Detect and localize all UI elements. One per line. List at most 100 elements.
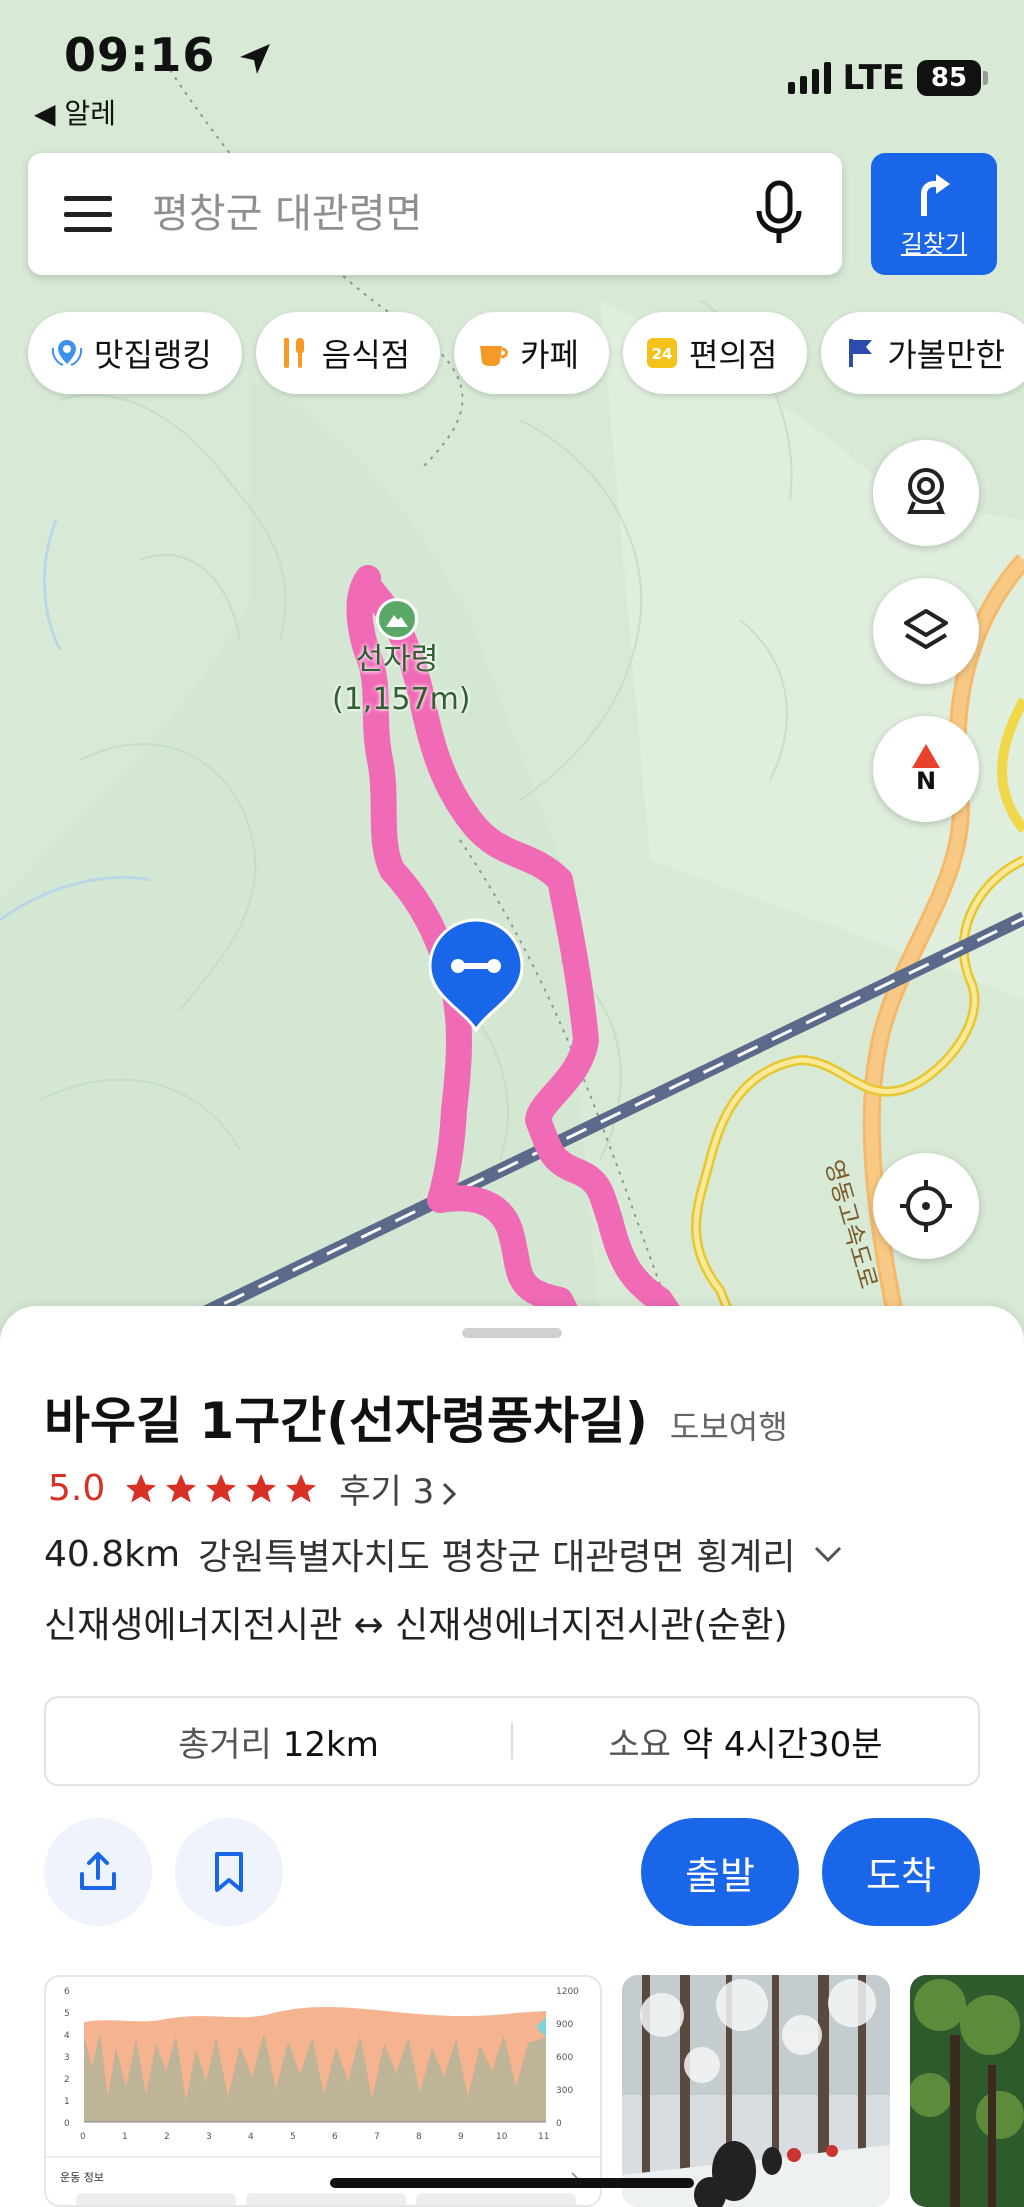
- status-time: 09:16: [64, 28, 272, 82]
- hamburger-menu-icon[interactable]: [64, 196, 112, 232]
- snowy-forest-photo: [622, 1975, 890, 2207]
- compass-icon: N: [911, 743, 941, 795]
- time-text: 09:16: [64, 28, 216, 82]
- route-summary-box: 총거리 12km 소요 약 4시간30분: [44, 1696, 980, 1786]
- back-to-app-link[interactable]: ◀ 알레: [34, 92, 116, 132]
- route-start-pin[interactable]: [428, 918, 524, 1034]
- star-icon: [166, 1473, 197, 1502]
- y2-tick: 0: [556, 2119, 562, 2129]
- y-tick: 2: [64, 2075, 70, 2085]
- directions-label: 길찾기: [900, 229, 968, 258]
- home-indicator[interactable]: [330, 2178, 694, 2188]
- x-tick: 5: [290, 2132, 296, 2142]
- arrive-button[interactable]: 도착: [822, 1818, 980, 1926]
- photo-thumbnail-2[interactable]: [910, 1975, 1024, 2207]
- map-layers-button[interactable]: [873, 578, 979, 684]
- y-tick: 1: [64, 2097, 70, 2107]
- peak-elevation: (1,157m): [332, 682, 471, 717]
- search-bar: [28, 153, 842, 275]
- chevron-right-icon: [443, 1482, 457, 1505]
- x-tick: 9: [458, 2132, 464, 2142]
- green-forest-photo: [910, 1975, 1024, 2207]
- star-icon: [246, 1473, 277, 1502]
- peak-marker[interactable]: [376, 598, 418, 640]
- total-distance-value: 12km: [282, 1724, 379, 1765]
- y2-tick: 1200: [556, 1987, 579, 1997]
- network-type: LTE: [842, 58, 905, 98]
- y-tick: 5: [64, 2009, 70, 2019]
- signal-icon: [787, 62, 831, 94]
- chip-cafe[interactable]: 카페: [454, 312, 609, 394]
- y2-tick: 600: [556, 2053, 573, 2063]
- bookmark-icon: [215, 1852, 243, 1892]
- y2-tick: 900: [556, 2020, 573, 2030]
- duration-label: 소요: [608, 1724, 671, 1765]
- street-view-icon: [907, 468, 945, 514]
- y-tick: 6: [64, 1987, 70, 1997]
- compass-button[interactable]: N: [873, 716, 979, 822]
- search-input[interactable]: [152, 191, 752, 237]
- share-button[interactable]: [44, 1818, 152, 1926]
- x-tick: 8: [416, 2132, 422, 2142]
- exercise-info-label: 운동 정보: [60, 2171, 104, 2184]
- chip-attractions[interactable]: 가볼만한: [821, 312, 1024, 394]
- location-arrow-icon: [240, 43, 271, 74]
- mountain-icon: [386, 615, 408, 627]
- bookmark-button[interactable]: [175, 1818, 283, 1926]
- x-tick: 7: [374, 2132, 380, 2142]
- turn-arrow-icon: [921, 173, 950, 216]
- my-location-button[interactable]: [873, 1153, 979, 1259]
- place-title-row: 바우길 1구간(선자령풍차길) 도보여행: [44, 1381, 788, 1453]
- svg-text:24: 24: [652, 345, 673, 363]
- battery-level: 85: [917, 60, 981, 96]
- reviews-link[interactable]: 후기 3: [339, 1464, 458, 1513]
- y-tick: 4: [64, 2031, 70, 2041]
- flag-icon: [843, 336, 877, 370]
- elevation-chart: 6 5 4 3 2 1 0 1200 900 600 300 0 0 1 2 3…: [46, 1987, 600, 2205]
- x-tick: 3: [206, 2132, 212, 2142]
- status-indicators: LTE 85: [787, 58, 988, 98]
- chip-label: 맛집랭킹: [94, 336, 212, 374]
- address-row[interactable]: 40.8km 강원특별자치도 평창군 대관령면 횡계리: [44, 1528, 843, 1580]
- coffee-cup-icon: [476, 336, 510, 370]
- chip-label: 가볼만한: [887, 336, 1006, 374]
- chip-restaurant-ranking[interactable]: 맛집랭킹: [28, 312, 242, 394]
- place-title: 바우길 1구간(선자령풍차길): [44, 1392, 648, 1450]
- x-tick: 2: [164, 2132, 170, 2142]
- chip-label: 편의점: [688, 336, 778, 374]
- crosshair-icon: [900, 1180, 952, 1232]
- directions-button[interactable]: 길찾기: [871, 153, 997, 275]
- share-icon: [80, 1852, 116, 1890]
- y-tick: 0: [64, 2119, 70, 2129]
- x-tick: 10: [496, 2132, 508, 2142]
- place-address: 강원특별자치도 평창군 대관령면 횡계리: [198, 1537, 796, 1578]
- microphone-icon[interactable]: [752, 179, 806, 249]
- rating-row: 5.0 후기 3: [48, 1464, 458, 1513]
- sheet-drag-handle[interactable]: [462, 1328, 562, 1338]
- photo-thumbnail-1[interactable]: [622, 1975, 890, 2207]
- elevation-chart-card[interactable]: 6 5 4 3 2 1 0 1200 900 600 300 0 0 1 2 3…: [44, 1975, 602, 2207]
- star-rating: [123, 1471, 319, 1507]
- battery-icon: 85: [917, 60, 988, 96]
- chip-convenience-store[interactable]: 24 편의점: [622, 312, 808, 394]
- x-tick: 0: [80, 2132, 86, 2142]
- total-distance-label: 총거리: [178, 1724, 272, 1765]
- chip-label: 음식점: [321, 336, 411, 374]
- duration-cell: 소요 약 4시간30분: [513, 1717, 978, 1766]
- depart-button[interactable]: 출발: [641, 1818, 799, 1926]
- layers-icon: [904, 609, 948, 649]
- chip-restaurant[interactable]: 음식점: [255, 312, 441, 394]
- y-tick: 3: [64, 2053, 70, 2063]
- utensils-icon: [278, 336, 312, 370]
- chevron-down-icon[interactable]: [813, 1544, 843, 1564]
- star-icon: [286, 1473, 317, 1502]
- street-view-button[interactable]: [873, 440, 979, 546]
- app-root: 선자령 (1,157m) 영동고속도로 09:16 ◀ 알레 LTE 85 평창…: [0, 0, 1024, 2207]
- rating-score: 5.0: [48, 1468, 106, 1509]
- pin-laurel-icon: [50, 336, 84, 370]
- peak-name: 선자령: [355, 642, 439, 677]
- route-endpoints: 신재생에너지전시관 ↔ 신재생에너지전시관(순환): [44, 1605, 788, 1646]
- x-tick: 4: [248, 2132, 254, 2142]
- category-chips: 맛집랭킹 음식점 카페 24 편의점 가볼만한: [28, 312, 1024, 394]
- peak-label: 선자령 (1,157m): [332, 640, 471, 720]
